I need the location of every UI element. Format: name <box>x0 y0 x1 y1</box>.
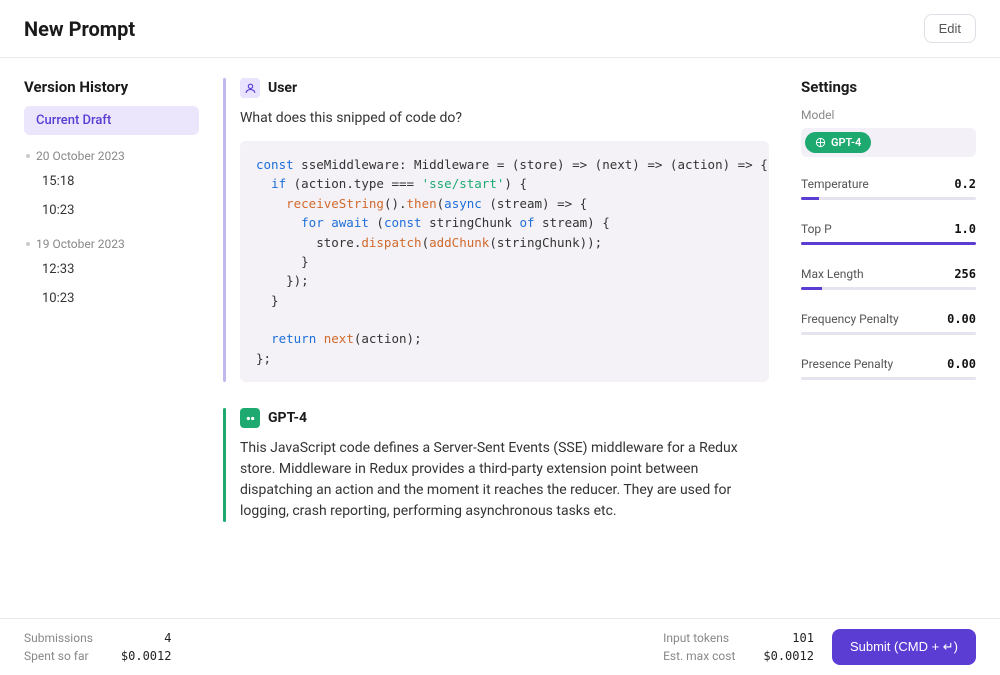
edit-button[interactable]: Edit <box>924 14 976 43</box>
header-bar: New Prompt Edit <box>0 0 1000 58</box>
setting-slider[interactable]: Frequency Penalty 0.00 <box>801 312 976 335</box>
stat-label: Est. max cost <box>663 649 735 663</box>
submit-label: Submit (CMD + ↵) <box>850 639 958 655</box>
message-accent-bar <box>223 408 226 522</box>
slider-label: Presence Penalty <box>801 357 893 371</box>
history-time-item[interactable]: 10:23 <box>24 284 199 313</box>
stat-label: Spent so far <box>24 649 93 663</box>
slider-value: 0.00 <box>947 357 976 371</box>
setting-slider[interactable]: Presence Penalty 0.00 <box>801 357 976 380</box>
slider-label: Frequency Penalty <box>801 312 899 326</box>
user-role-label: User <box>268 80 297 96</box>
history-time-item[interactable]: 12:33 <box>24 255 199 284</box>
code-snippet: const sseMiddleware: Middleware = (store… <box>240 141 769 382</box>
model-name: GPT-4 <box>831 136 861 149</box>
settings-panel: Settings Model GPT-4 Temperature 0.2 Top P… <box>801 78 976 618</box>
slider-value: 256 <box>954 267 976 281</box>
stat-value: $0.0012 <box>763 649 814 663</box>
slider-track[interactable] <box>801 377 976 380</box>
version-history-sidebar: Version History Current Draft 20 October… <box>24 78 199 618</box>
slider-value: 1.0 <box>954 222 976 236</box>
model-selector[interactable]: GPT-4 <box>801 128 976 157</box>
conversation-pane: User What does this snipped of code do? … <box>223 78 777 618</box>
assistant-avatar-icon <box>240 408 260 428</box>
stat-value: $0.0012 <box>121 649 172 663</box>
slider-value: 0.2 <box>954 177 976 191</box>
history-time-item[interactable]: 10:23 <box>24 196 199 225</box>
assistant-role-label: GPT-4 <box>268 410 307 426</box>
history-time-item[interactable]: 15:18 <box>24 167 199 196</box>
main-body: Version History Current Draft 20 October… <box>0 58 1000 618</box>
slider-label: Max Length <box>801 267 864 281</box>
setting-slider[interactable]: Top P 1.0 <box>801 222 976 245</box>
user-message-text: What does this snipped of code do? <box>240 108 769 129</box>
stat-value: 101 <box>763 631 814 645</box>
page-title: New Prompt <box>24 17 135 41</box>
slider-label: Temperature <box>801 177 869 191</box>
current-draft-item[interactable]: Current Draft <box>24 106 199 135</box>
assistant-message-text: This JavaScript code defines a Server-Se… <box>240 438 769 522</box>
footer-bar: Submissions Spent so far 4 $0.0012 Input to… <box>0 618 1000 675</box>
settings-title: Settings <box>801 78 976 96</box>
history-date-label: 20 October 2023 <box>24 145 199 167</box>
slider-track[interactable] <box>801 287 976 290</box>
model-label: Model <box>801 108 976 122</box>
sidebar-title: Version History <box>24 78 199 96</box>
stat-label: Submissions <box>24 631 93 645</box>
model-icon <box>815 137 826 148</box>
message-assistant: GPT-4 This JavaScript code defines a Ser… <box>223 408 769 522</box>
history-date-label: 19 October 2023 <box>24 233 199 255</box>
setting-slider[interactable]: Temperature 0.2 <box>801 177 976 200</box>
slider-label: Top P <box>801 222 832 236</box>
slider-track[interactable] <box>801 332 976 335</box>
message-accent-bar <box>223 78 226 382</box>
submit-button[interactable]: Submit (CMD + ↵) <box>832 629 976 665</box>
stat-label: Input tokens <box>663 631 735 645</box>
slider-track[interactable] <box>801 197 976 200</box>
slider-track[interactable] <box>801 242 976 245</box>
user-avatar-icon <box>240 78 260 98</box>
slider-value: 0.00 <box>947 312 976 326</box>
message-user: User What does this snipped of code do? … <box>223 78 769 382</box>
setting-slider[interactable]: Max Length 256 <box>801 267 976 290</box>
stat-value: 4 <box>121 631 172 645</box>
